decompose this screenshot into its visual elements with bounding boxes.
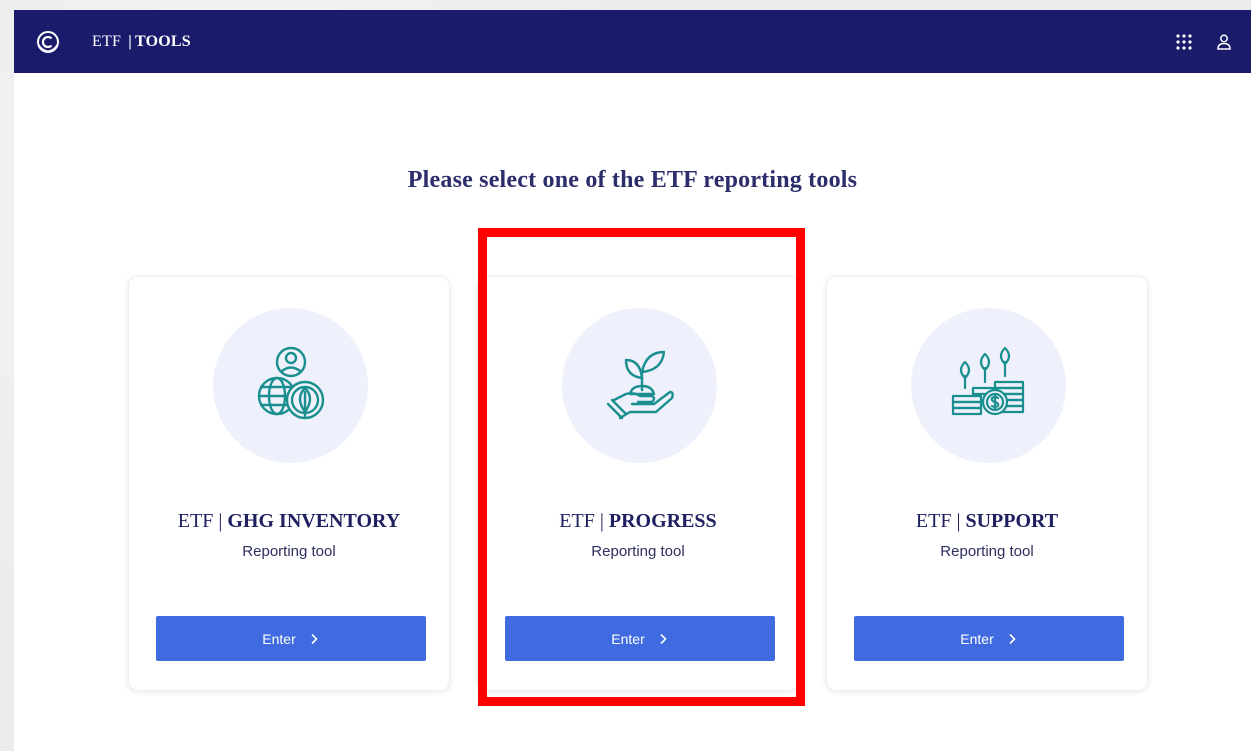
card-subtitle: Reporting tool bbox=[242, 543, 336, 560]
brand-prefix: ETF bbox=[92, 32, 122, 50]
card-icon-circle bbox=[562, 308, 717, 463]
card-title-separator: | bbox=[218, 510, 223, 532]
enter-button-label: Enter bbox=[611, 630, 645, 647]
card-progress: ETF | PROGRESS Reporting tool Enter bbox=[477, 276, 799, 691]
money-plants-icon bbox=[951, 346, 1024, 415]
card-title-prefix: ETF bbox=[559, 510, 595, 532]
enter-progress-button[interactable]: Enter bbox=[505, 616, 775, 661]
hand-sprout-icon bbox=[606, 350, 674, 419]
people-globe-leaf-icon bbox=[257, 346, 324, 419]
card-title-prefix: ETF bbox=[177, 510, 214, 532]
card-title-name: GHG INVENTORY bbox=[227, 510, 401, 532]
card-title-separator: | bbox=[956, 510, 961, 532]
card-subtitle: Reporting tool bbox=[940, 543, 1034, 560]
page-title: Please select one of the ETF reporting t… bbox=[407, 167, 858, 193]
card-support: ETF | SUPPORT Reporting tool Enter bbox=[826, 276, 1148, 691]
card-icon-circle bbox=[911, 308, 1066, 463]
un-emblem-icon bbox=[37, 30, 59, 53]
card-subtitle: Reporting tool bbox=[591, 543, 685, 560]
apps-grid-icon[interactable] bbox=[1175, 33, 1193, 51]
chevron-right-icon bbox=[660, 633, 667, 644]
brand-title: ETF | TOOLS bbox=[92, 33, 191, 51]
card-title-separator: | bbox=[599, 510, 604, 532]
card-title-name: SUPPORT bbox=[965, 510, 1059, 532]
card-ghg-inventory: ETF | GHG INVENTORY Reporting tool Enter bbox=[128, 276, 450, 691]
card-icon-circle bbox=[213, 308, 368, 463]
card-title-prefix: ETF bbox=[915, 510, 952, 532]
user-icon[interactable] bbox=[1215, 33, 1233, 51]
brand-separator: | bbox=[128, 32, 132, 50]
chevron-right-icon bbox=[311, 633, 318, 644]
card-title-name: PROGRESS bbox=[608, 510, 717, 532]
header-actions bbox=[1175, 33, 1233, 51]
brand-name: TOOLS bbox=[134, 32, 191, 50]
enter-button-label: Enter bbox=[262, 630, 296, 647]
app-window: ETF | TOOLS Please select one of the ETF … bbox=[14, 10, 1251, 751]
enter-button-label: Enter bbox=[960, 630, 994, 647]
brand[interactable]: ETF | TOOLS bbox=[36, 30, 191, 54]
card-title: ETF | GHG INVENTORY bbox=[129, 510, 449, 533]
card-title: ETF | PROGRESS bbox=[478, 510, 798, 533]
card-title: ETF | SUPPORT bbox=[827, 510, 1147, 533]
enter-support-button[interactable]: Enter bbox=[854, 616, 1124, 661]
chevron-right-icon bbox=[1009, 633, 1016, 644]
enter-ghg-inventory-button[interactable]: Enter bbox=[156, 616, 426, 661]
top-bar: ETF | TOOLS bbox=[14, 10, 1251, 73]
